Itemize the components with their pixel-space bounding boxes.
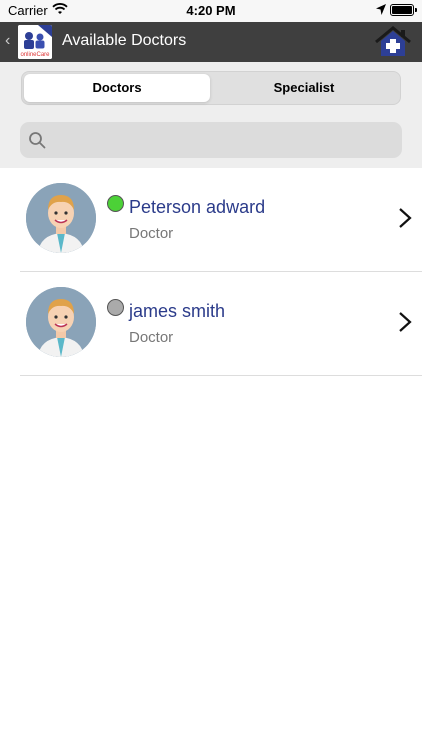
search-input[interactable]	[52, 122, 392, 158]
doctor-list: Peterson adward Doctor james smith Docto…	[0, 168, 422, 376]
search-field[interactable]	[20, 122, 402, 158]
doctor-avatar-icon	[26, 183, 96, 253]
page-title: Available Doctors	[62, 32, 187, 49]
app-logo[interactable]: onlineCare	[18, 25, 52, 59]
doctor-role: Doctor	[129, 329, 174, 346]
search-icon	[29, 132, 46, 149]
doctor-role: Doctor	[129, 225, 174, 242]
logo-text: onlineCare	[20, 52, 50, 58]
status-bar: Carrier 4:20 PM	[0, 0, 422, 22]
doctor-avatar-icon	[26, 287, 96, 357]
online-status-dot	[107, 195, 124, 212]
navigation-bar: ‹ onlineCare Available Doctors	[0, 22, 422, 62]
home-icon[interactable]	[374, 26, 412, 58]
segment-bar: Doctors Specialist	[0, 62, 422, 114]
divider	[20, 375, 422, 376]
doctor-name: Peterson adward	[129, 197, 266, 217]
clock: 4:20 PM	[186, 3, 236, 18]
logo-icon: onlineCare	[18, 25, 52, 59]
list-item[interactable]: Peterson adward Doctor	[0, 168, 422, 272]
avatar	[26, 183, 96, 253]
tab-doctors[interactable]: Doctors	[24, 74, 210, 102]
tab-specialist[interactable]: Specialist	[211, 74, 397, 102]
chevron-right-icon	[399, 312, 412, 332]
battery-icon	[390, 4, 417, 16]
search-bar	[0, 114, 422, 168]
chevron-right-icon	[399, 208, 412, 228]
doctor-type-segmented-control: Doctors Specialist	[21, 71, 401, 105]
offline-status-dot	[107, 299, 124, 316]
back-chevron-icon[interactable]: ‹	[5, 32, 10, 50]
doctor-name: james smith	[129, 301, 226, 321]
location-arrow-icon	[376, 4, 386, 15]
avatar	[26, 287, 96, 357]
list-item[interactable]: james smith Doctor	[0, 272, 422, 376]
